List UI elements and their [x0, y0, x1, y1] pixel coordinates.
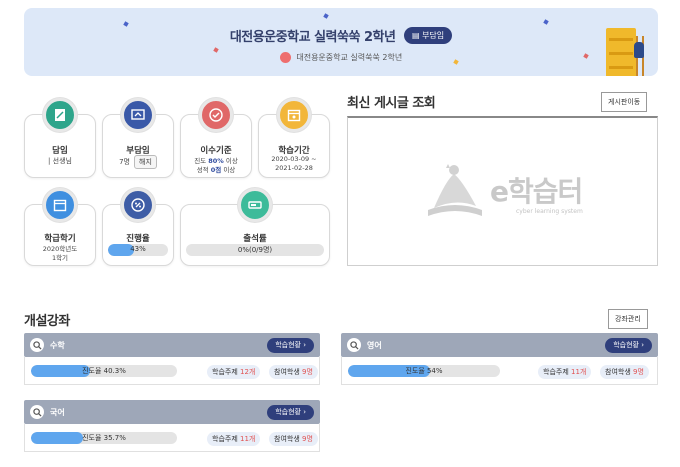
- course-progress-text: 진도율 40.3%: [82, 367, 126, 375]
- topics-count-chip: 학습주제 11개: [538, 365, 592, 379]
- course-progress-text: 진도율 54%: [405, 367, 443, 375]
- learning-status-button[interactable]: 학습현황 ›: [267, 405, 314, 420]
- welcome-banner: 대전용운중학교 실력쑥쑥 2학년 ▤ 부담임 대전용운중학교 실력쑥쑥 2학년: [24, 8, 658, 76]
- chevron-right-icon: ›: [303, 408, 306, 416]
- course-progress-bar: 진도율 54%: [348, 365, 500, 377]
- course-header: 국어 학습현황 ›: [24, 400, 320, 424]
- calendar-icon: [277, 98, 311, 132]
- students-count-chip: 참여학생 9명: [269, 365, 318, 379]
- course-progress-bar: 진도율 35.7%: [31, 432, 177, 444]
- logo-text: e학습터: [490, 175, 583, 208]
- person-illustration: [634, 42, 644, 58]
- sub-homeroom-icon: [121, 98, 155, 132]
- board-panel: e학습터 cyber learning system: [347, 116, 658, 266]
- board-move-button[interactable]: 게시판이동: [601, 92, 648, 112]
- course-header: 수학 학습현황 ›: [24, 333, 320, 357]
- search-icon[interactable]: [347, 338, 361, 352]
- course-name: 영어: [367, 341, 382, 350]
- course-progress-bar: 진도율 40.3%: [31, 365, 177, 377]
- course-card-english: 영어 학습현황 › 진도율 54% 학습주제 11개 참여학생 9명: [341, 333, 658, 385]
- course-body: 진도율 35.7% 학습주제 11개 참여학생 9명: [24, 424, 320, 452]
- card-homeroom-teacher: | 선생님: [48, 157, 72, 165]
- class-progress-bar: 43%: [108, 244, 168, 256]
- attendance-text: 0%(0/9명): [237, 246, 273, 254]
- banner-title: 대전용운중학교 실력쑥쑥 2학년: [229, 30, 396, 45]
- school-icon: [279, 52, 291, 63]
- search-icon[interactable]: [30, 338, 44, 352]
- homeroom-icon: [43, 98, 77, 132]
- courses-section-title: 개설강좌: [24, 314, 70, 329]
- confetti-decoration: [323, 13, 329, 19]
- learning-status-button[interactable]: 학습현황 ›: [605, 338, 652, 353]
- card-sub-homeroom-line: 7명 해지: [102, 155, 174, 169]
- card-homeroom-title: 담임: [52, 146, 68, 156]
- semester-term: 1학기: [51, 254, 69, 262]
- sub-homeroom-count: 7명: [119, 158, 130, 166]
- chevron-right-icon: ›: [641, 341, 644, 349]
- course-body: 진도율 40.3% 학습주제 12개 참여학생 9명: [24, 357, 320, 385]
- progress-chart-icon: [121, 188, 155, 222]
- logo-subtext: cyber learning system: [516, 208, 583, 215]
- course-manage-button[interactable]: 강좌관리: [608, 309, 648, 329]
- course-card-korean: 국어 학습현황 › 진도율 35.7% 학습주제 11개 참여학생 9명: [24, 400, 320, 452]
- topics-count-chip: 학습주제 11개: [207, 432, 261, 446]
- card-progress-title: 진행율: [126, 234, 150, 244]
- course-card-math: 수학 학습현황 › 진도율 40.3% 학습주제 12개 참여학생 9명: [24, 333, 320, 385]
- course-name: 국어: [50, 408, 65, 417]
- role-badge: ▤ 부담임: [403, 27, 453, 44]
- chevron-right-icon: ›: [303, 341, 306, 349]
- search-icon[interactable]: [30, 405, 44, 419]
- course-progress-text: 진도율 35.7%: [82, 434, 126, 442]
- elearning-logo: e학습터 cyber learning system: [420, 160, 600, 220]
- topics-count-chip: 학습주제 12개: [207, 365, 261, 379]
- board-title: 최신 게시글 조회: [347, 96, 436, 111]
- card-attendance-title: 출석률: [243, 234, 267, 244]
- attendance-icon: [238, 188, 272, 222]
- completion-score-criterion: 성적 0점 이상: [196, 166, 236, 174]
- class-progress-text: 43%: [130, 245, 146, 253]
- unassign-button[interactable]: 해지: [134, 155, 157, 169]
- teacher-icon: ▤: [411, 31, 420, 40]
- students-count-chip: 참여학생 9명: [269, 432, 318, 446]
- confetti-decoration: [543, 19, 549, 25]
- period-start: 2020-03-09 ~: [271, 155, 317, 163]
- learning-status-button[interactable]: 학습현황 ›: [267, 338, 314, 353]
- course-name: 수학: [50, 341, 65, 350]
- students-count-chip: 참여학생 9명: [600, 365, 649, 379]
- logo-figure-icon: [428, 164, 482, 216]
- course-header: 영어 학습현황 ›: [341, 333, 658, 357]
- period-end: 2021-02-28: [275, 164, 313, 172]
- semester-calendar-icon: [43, 188, 77, 222]
- check-icon: [199, 98, 233, 132]
- banner-subtitle: 대전용운중학교 실력쑥쑥 2학년: [24, 52, 658, 63]
- course-body: 진도율 54% 학습주제 11개 참여학생 9명: [341, 357, 658, 385]
- bookshelf-illustration: [606, 28, 636, 76]
- attendance-bar: 0%(0/9명): [186, 244, 324, 256]
